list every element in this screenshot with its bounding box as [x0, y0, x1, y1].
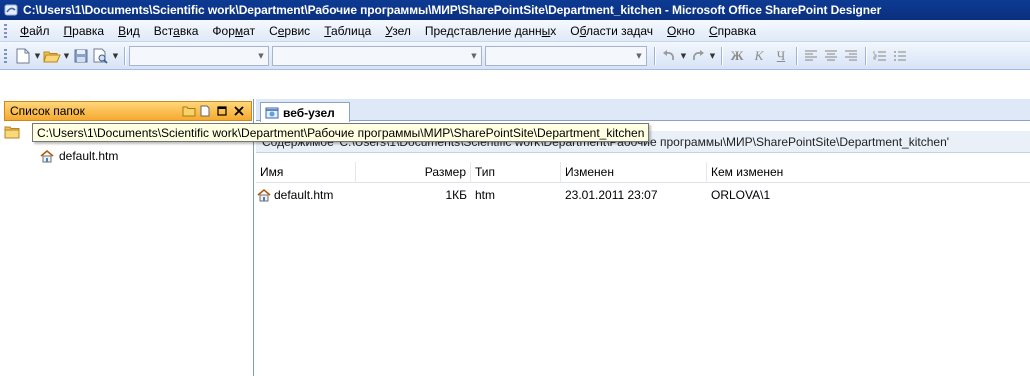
- file-size-cell: 1КБ: [445, 188, 467, 202]
- underline-button[interactable]: Ч: [770, 48, 792, 64]
- column-header-modified-by[interactable]: Кем изменен: [707, 162, 907, 183]
- open-folder-icon: [43, 51, 61, 62]
- chevron-down-icon[interactable]: ▼: [254, 47, 268, 65]
- preview-dropdown[interactable]: ▼: [111, 46, 120, 66]
- new-page-button[interactable]: [13, 46, 33, 66]
- tree-item-label: default.htm: [59, 149, 119, 163]
- file-modified-cell: 23.01.2011 23:07: [565, 188, 658, 202]
- toolbar-separator: [865, 46, 866, 65]
- folder-icon: [4, 126, 20, 139]
- menu-insert[interactable]: Вставка: [147, 22, 206, 40]
- document-tabs: веб-узел: [256, 99, 1030, 122]
- new-page-icon: [16, 48, 30, 63]
- undo-icon: [663, 49, 675, 60]
- bulleted-list-button[interactable]: [890, 46, 910, 66]
- file-type-cell: htm: [475, 188, 496, 202]
- preview-button[interactable]: [91, 46, 111, 66]
- bold-button[interactable]: Ж: [726, 48, 748, 64]
- menu-edit[interactable]: Правка: [57, 22, 112, 40]
- menu-table[interactable]: Таблица: [317, 22, 378, 40]
- toolbar-grip[interactable]: [4, 48, 7, 63]
- chevron-down-icon[interactable]: ▼: [632, 47, 646, 65]
- tab-website[interactable]: веб-узел: [260, 102, 350, 122]
- menu-help[interactable]: Справка: [702, 22, 763, 40]
- numbered-list-button[interactable]: [870, 46, 890, 66]
- folder-list-title: Список папок: [10, 104, 85, 118]
- italic-button[interactable]: К: [748, 48, 770, 64]
- tooltip-text: C:\Users\1\Documents\Scientific work\Dep…: [37, 125, 645, 140]
- open-button[interactable]: [42, 46, 62, 66]
- new-page-dropdown[interactable]: ▼: [33, 46, 42, 66]
- toolbar-separator: [721, 46, 722, 65]
- column-header-size[interactable]: Размер: [356, 162, 471, 183]
- save-icon: [74, 49, 88, 62]
- new-folder-icon[interactable]: [182, 105, 196, 117]
- save-button[interactable]: [71, 46, 91, 66]
- align-left-button[interactable]: [801, 46, 821, 66]
- folder-tree-item[interactable]: default.htm: [39, 149, 118, 163]
- file-name: default.htm: [274, 188, 334, 202]
- font-combo[interactable]: ▼: [272, 45, 482, 66]
- redo-dropdown[interactable]: ▼: [708, 46, 717, 66]
- maximize-icon[interactable]: [216, 105, 230, 117]
- file-modified-by-cell: ORLOVA\1: [711, 188, 771, 202]
- column-header-modified[interactable]: Изменен: [561, 162, 707, 183]
- window-title: C:\Users\1\Documents\Scientific work\Dep…: [23, 3, 882, 17]
- menu-task-panes[interactable]: Области задач: [563, 22, 660, 40]
- home-page-icon: [257, 188, 271, 202]
- toolbar: ▼ ▼ ▼ ▼ ▼ ▼ ▼ ▼ Ж К Ч: [0, 42, 1030, 70]
- folder-list-header: Список папок: [4, 101, 252, 121]
- website-icon: [265, 107, 279, 118]
- close-icon[interactable]: [233, 105, 247, 117]
- menu-file[interactable]: Файл: [13, 22, 57, 40]
- file-list-header: Имя Размер Тип Изменен Кем изменен: [256, 162, 1030, 183]
- menubar-grip[interactable]: [4, 23, 7, 38]
- toolbar-separator: [796, 46, 797, 65]
- undo-button[interactable]: [659, 46, 679, 66]
- column-header-type[interactable]: Тип: [471, 162, 561, 183]
- toolbar-separator: [654, 46, 655, 65]
- file-list-row[interactable]: default.htm 1КБ htm 23.01.2011 23:07 ORL…: [256, 186, 1030, 204]
- column-header-name[interactable]: Имя: [256, 162, 356, 183]
- menu-view[interactable]: Вид: [111, 22, 147, 40]
- align-center-icon: [825, 49, 837, 61]
- open-dropdown[interactable]: ▼: [62, 46, 71, 66]
- chevron-down-icon[interactable]: ▼: [467, 47, 481, 65]
- menu-bar: Файл Правка Вид Вставка Формат Сервис Та…: [0, 20, 1030, 42]
- toolbar-separator: [124, 46, 125, 65]
- align-right-button[interactable]: [841, 46, 861, 66]
- preview-icon: [93, 48, 108, 64]
- redo-icon: [692, 49, 704, 60]
- font-size-combo[interactable]: ▼: [485, 45, 647, 66]
- new-page-icon[interactable]: [199, 105, 213, 117]
- undo-dropdown[interactable]: ▼: [679, 46, 688, 66]
- style-combo[interactable]: ▼: [129, 45, 269, 66]
- align-center-button[interactable]: [821, 46, 841, 66]
- workspace-top: [0, 70, 1030, 99]
- menu-data-view[interactable]: Представление данных: [418, 22, 563, 40]
- sharepoint-designer-icon[interactable]: [4, 3, 18, 17]
- bulleted-list-icon: [894, 50, 906, 61]
- menu-site[interactable]: Узел: [378, 22, 418, 40]
- file-name-cell[interactable]: default.htm: [256, 186, 356, 204]
- folder-tree-root[interactable]: [4, 125, 20, 139]
- path-tooltip: C:\Users\1\Documents\Scientific work\Dep…: [32, 123, 650, 142]
- tab-label: веб-узел: [283, 105, 335, 120]
- align-right-icon: [845, 49, 857, 61]
- menu-window[interactable]: Окно: [660, 22, 702, 40]
- title-bar[interactable]: C:\Users\1\Documents\Scientific work\Dep…: [0, 0, 1030, 20]
- align-left-icon: [805, 49, 817, 61]
- numbered-list-icon: [873, 50, 886, 61]
- menu-format[interactable]: Формат: [205, 22, 262, 40]
- redo-button[interactable]: [688, 46, 708, 66]
- home-page-icon: [40, 149, 54, 163]
- menu-tools[interactable]: Сервис: [262, 22, 317, 40]
